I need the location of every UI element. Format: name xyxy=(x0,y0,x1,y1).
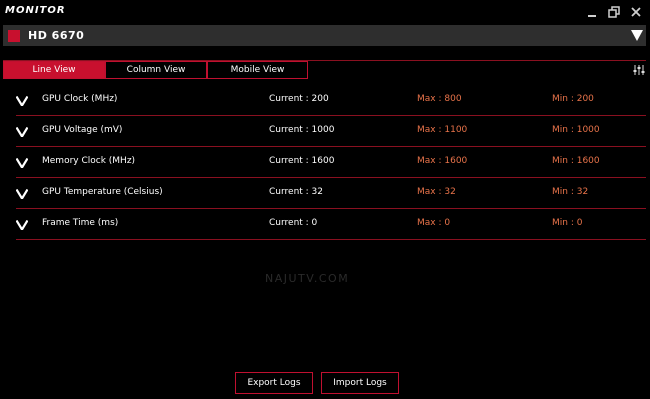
expand-chevron-icon[interactable] xyxy=(15,188,29,201)
row-divider xyxy=(16,239,646,240)
metric-row-frame-time: Frame Time (ms) Current : 0 Max : 0 Min … xyxy=(15,209,646,240)
metric-row-gpu-voltage: GPU Voltage (mV) Current : 1000 Max : 11… xyxy=(15,116,646,147)
expand-chevron-icon[interactable] xyxy=(15,126,29,139)
metric-max: Max : 1600 xyxy=(417,156,468,166)
app-title: MONITOR xyxy=(5,5,66,16)
close-button[interactable] xyxy=(629,5,643,19)
metric-max: Max : 0 xyxy=(417,218,451,228)
expand-chevron-icon[interactable] xyxy=(15,95,29,108)
metric-label: GPU Temperature (Celsius) xyxy=(42,187,163,197)
title-bar: MONITOR xyxy=(0,0,650,24)
expand-chevron-icon[interactable] xyxy=(15,157,29,170)
metric-max: Max : 800 xyxy=(417,94,462,104)
minimize-button[interactable] xyxy=(585,5,599,19)
export-logs-button[interactable]: Export Logs xyxy=(235,372,313,394)
metric-min: Min : 1000 xyxy=(552,125,600,135)
watermark: NAJUTV.COM xyxy=(265,272,350,285)
close-icon xyxy=(631,7,641,17)
metric-row-gpu-temperature: GPU Temperature (Celsius) Current : 32 M… xyxy=(15,178,646,209)
metric-max: Max : 32 xyxy=(417,187,456,197)
metric-min: Min : 32 xyxy=(552,187,589,197)
metric-row-gpu-clock: GPU Clock (MHz) Current : 200 Max : 800 … xyxy=(15,85,646,116)
device-selector[interactable]: HD 6670 xyxy=(3,25,646,46)
restore-button[interactable] xyxy=(607,5,621,19)
restore-icon xyxy=(608,6,620,18)
import-logs-button[interactable]: Import Logs xyxy=(321,372,399,394)
metric-max: Max : 1100 xyxy=(417,125,468,135)
tab-line-view[interactable]: Line View xyxy=(3,61,105,79)
chevron-down-icon[interactable] xyxy=(631,29,643,42)
metric-current: Current : 32 xyxy=(269,187,324,197)
metric-label: GPU Voltage (mV) xyxy=(42,125,123,135)
device-color-indicator xyxy=(8,30,20,42)
metric-current: Current : 1600 xyxy=(269,156,335,166)
metric-label: Frame Time (ms) xyxy=(42,218,119,228)
metric-min: Min : 200 xyxy=(552,94,594,104)
metric-min: Min : 0 xyxy=(552,218,583,228)
metric-current: Current : 200 xyxy=(269,94,329,104)
metric-label: GPU Clock (MHz) xyxy=(42,94,118,104)
metric-row-memory-clock: Memory Clock (MHz) Current : 1600 Max : … xyxy=(15,147,646,178)
metric-current: Current : 1000 xyxy=(269,125,335,135)
expand-chevron-icon[interactable] xyxy=(15,219,29,232)
minimize-icon xyxy=(588,15,596,17)
settings-sliders-icon[interactable] xyxy=(633,64,645,76)
tab-column-view[interactable]: Column View xyxy=(105,61,207,79)
tab-mobile-view[interactable]: Mobile View xyxy=(207,61,308,79)
metric-current: Current : 0 xyxy=(269,218,318,228)
metric-label: Memory Clock (MHz) xyxy=(42,156,136,166)
metric-min: Min : 1600 xyxy=(552,156,600,166)
device-name: HD 6670 xyxy=(28,29,85,42)
